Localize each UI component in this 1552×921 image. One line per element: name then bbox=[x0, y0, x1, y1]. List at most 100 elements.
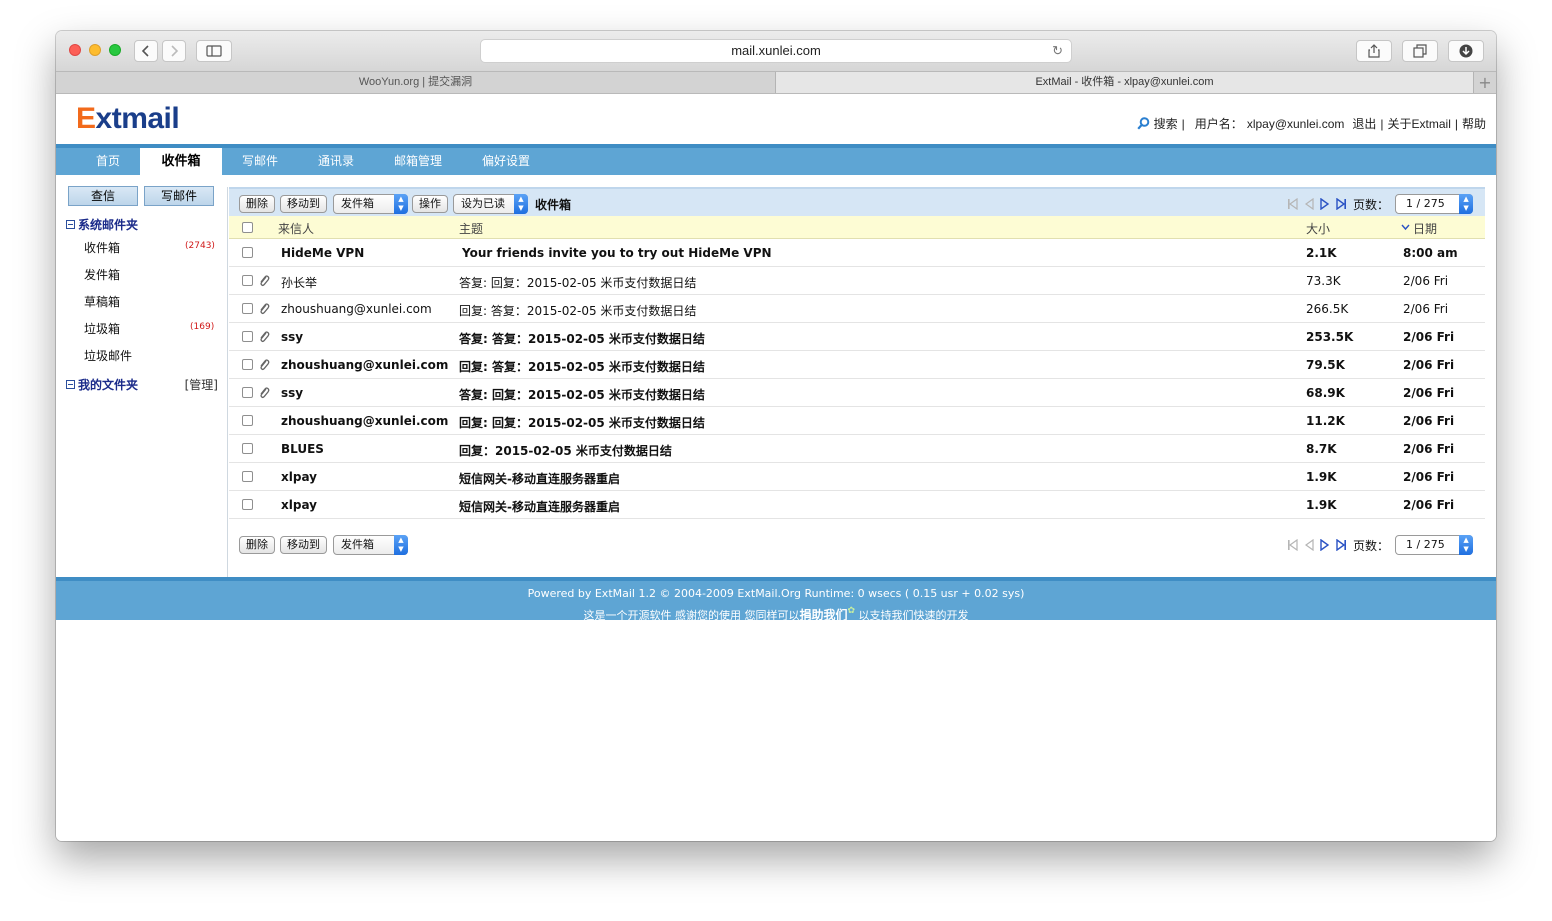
nav-contacts[interactable]: 通讯录 bbox=[304, 148, 368, 175]
new-tab-button[interactable]: + bbox=[1474, 72, 1496, 93]
nav-inbox[interactable]: 收件箱 bbox=[140, 148, 222, 176]
column-date[interactable]: 日期 bbox=[1413, 220, 1437, 237]
browser-tab-extmail[interactable]: ExtMail - 收件箱 - xlpay@xunlei.com bbox=[776, 72, 1473, 93]
message-row[interactable]: zhoushuang@xunlei.com 回复: 回复：2015-02-05 米… bbox=[229, 407, 1485, 435]
first-page-icon[interactable] bbox=[1287, 539, 1298, 551]
next-page-icon[interactable] bbox=[1320, 539, 1330, 551]
message-checkbox[interactable] bbox=[242, 499, 253, 510]
nav-compose[interactable]: 写邮件 bbox=[228, 148, 292, 175]
message-checkbox[interactable] bbox=[242, 247, 253, 258]
downloads-button[interactable] bbox=[1448, 40, 1484, 62]
message-sender[interactable]: xlpay bbox=[281, 470, 317, 484]
collapse-icon[interactable] bbox=[66, 380, 75, 389]
nav-preferences[interactable]: 偏好设置 bbox=[468, 148, 544, 175]
message-sender[interactable]: zhoushuang@xunlei.com bbox=[281, 302, 432, 316]
message-sender[interactable]: zhoushuang@xunlei.com bbox=[281, 414, 448, 428]
system-folders-header[interactable]: 系统邮件夹 bbox=[66, 216, 138, 233]
folder-spam[interactable]: 垃圾邮件 bbox=[84, 347, 132, 364]
message-row[interactable]: HideMe VPN Your friends invite you to try… bbox=[229, 239, 1485, 267]
message-checkbox[interactable] bbox=[242, 275, 253, 286]
message-subject[interactable]: 回复: 回复：2015-02-05 米币支付数据日结 bbox=[459, 414, 705, 431]
back-button[interactable] bbox=[134, 40, 158, 62]
browser-tab-wooyun[interactable]: WooYun.org | 提交漏洞 bbox=[56, 72, 775, 93]
move-to-button[interactable]: 移动到 bbox=[280, 195, 327, 213]
message-subject[interactable]: 短信网关-移动直连服务器重启 bbox=[459, 470, 620, 487]
minimize-window-button[interactable] bbox=[89, 44, 101, 56]
folder-sent[interactable]: 发件箱 bbox=[84, 266, 120, 283]
collapse-icon[interactable] bbox=[66, 220, 75, 229]
column-from[interactable]: 来信人 bbox=[278, 220, 314, 237]
search-link[interactable]: 搜索 bbox=[1154, 115, 1178, 132]
move-target-select-bottom[interactable]: 发件箱 ▲ ▼ bbox=[333, 535, 408, 555]
move-target-select[interactable]: 发件箱 ▲ ▼ bbox=[333, 194, 408, 214]
message-sender[interactable]: ssy bbox=[281, 386, 303, 400]
reload-icon[interactable]: ↻ bbox=[1052, 40, 1063, 62]
message-subject[interactable]: 答复: 回复：2015-02-05 米币支付数据日结 bbox=[459, 274, 696, 291]
message-row[interactable]: zhoushuang@xunlei.com 回复: 答复：2015-02-05 米… bbox=[229, 351, 1485, 379]
prev-page-icon[interactable] bbox=[1304, 539, 1314, 551]
message-sender[interactable]: xlpay bbox=[281, 498, 317, 512]
first-page-icon[interactable] bbox=[1287, 198, 1298, 210]
message-row[interactable]: 孙长举 答复: 回复：2015-02-05 米币支付数据日结 73.3K 2/06 F… bbox=[229, 267, 1485, 295]
select-all-checkbox[interactable] bbox=[242, 222, 253, 233]
logout-link[interactable]: 退出 bbox=[1352, 115, 1376, 132]
donate-link[interactable]: 捐助我们 bbox=[799, 608, 847, 622]
manage-folders-link[interactable]: [管理] bbox=[185, 376, 218, 393]
message-sender[interactable]: ssy bbox=[281, 330, 303, 344]
search-icon[interactable] bbox=[1137, 117, 1150, 130]
next-page-icon[interactable] bbox=[1320, 198, 1330, 210]
message-row[interactable]: zhoushuang@xunlei.com 回复: 答复：2015-02-05 米… bbox=[229, 295, 1485, 323]
message-subject[interactable]: 回复：2015-02-05 米币支付数据日结 bbox=[459, 442, 672, 459]
message-checkbox[interactable] bbox=[242, 359, 253, 370]
help-link[interactable]: 帮助 bbox=[1462, 115, 1486, 132]
message-subject[interactable]: 回复: 答复：2015-02-05 米币支付数据日结 bbox=[459, 358, 705, 375]
close-window-button[interactable] bbox=[69, 44, 81, 56]
address-bar[interactable]: mail.xunlei.com ↻ bbox=[480, 39, 1072, 63]
message-checkbox[interactable] bbox=[242, 303, 253, 314]
message-subject[interactable]: 答复: 答复：2015-02-05 米币支付数据日结 bbox=[459, 330, 705, 347]
delete-button[interactable]: 删除 bbox=[239, 195, 275, 213]
message-checkbox[interactable] bbox=[242, 471, 253, 482]
message-row[interactable]: BLUES 回复：2015-02-05 米币支付数据日结 8.7K 2/06 Fri bbox=[229, 435, 1485, 463]
page-select[interactable]: 1 / 275 ▲ ▼ bbox=[1395, 535, 1474, 555]
share-button[interactable] bbox=[1356, 40, 1392, 62]
message-subject[interactable]: 答复: 回复：2015-02-05 米币支付数据日结 bbox=[459, 386, 705, 403]
folder-drafts[interactable]: 草稿箱 bbox=[84, 293, 120, 310]
page-select[interactable]: 1 / 275 ▲ ▼ bbox=[1395, 194, 1474, 214]
mark-as-select[interactable]: 设为已读 ▲ ▼ bbox=[453, 194, 528, 214]
message-subject[interactable]: 回复: 答复：2015-02-05 米币支付数据日结 bbox=[459, 302, 696, 319]
message-checkbox[interactable] bbox=[242, 443, 253, 454]
tabs-overview-button[interactable] bbox=[1402, 40, 1438, 62]
folder-inbox[interactable]: 收件箱 bbox=[84, 239, 120, 256]
sidebar-toggle-button[interactable] bbox=[196, 40, 232, 62]
folder-trash[interactable]: 垃圾箱 bbox=[84, 320, 120, 337]
nav-mailbox-manage[interactable]: 邮箱管理 bbox=[380, 148, 456, 175]
maximize-window-button[interactable] bbox=[109, 44, 121, 56]
message-subject[interactable]: 短信网关-移动直连服务器重启 bbox=[459, 498, 620, 515]
column-subject[interactable]: 主题 bbox=[459, 220, 483, 237]
message-row[interactable]: xlpay 短信网关-移动直连服务器重启 1.9K 2/06 Fri bbox=[229, 463, 1485, 491]
move-to-button-bottom[interactable]: 移动到 bbox=[280, 536, 327, 554]
message-sender[interactable]: HideMe VPN bbox=[281, 246, 364, 260]
message-row[interactable]: ssy 答复: 答复：2015-02-05 米币支付数据日结 253.5K 2/06 … bbox=[229, 323, 1485, 351]
prev-page-icon[interactable] bbox=[1304, 198, 1314, 210]
message-subject[interactable]: Your friends invite you to try out HideM… bbox=[462, 246, 772, 260]
compose-button[interactable]: 写邮件 bbox=[144, 186, 214, 206]
action-button[interactable]: 操作 bbox=[412, 195, 448, 213]
message-checkbox[interactable] bbox=[242, 331, 253, 342]
message-sender[interactable]: zhoushuang@xunlei.com bbox=[281, 358, 448, 372]
message-sender[interactable]: BLUES bbox=[281, 442, 324, 456]
nav-home[interactable]: 首页 bbox=[78, 148, 138, 175]
last-page-icon[interactable] bbox=[1336, 198, 1347, 210]
message-checkbox[interactable] bbox=[242, 387, 253, 398]
forward-button[interactable] bbox=[162, 40, 186, 62]
message-row[interactable]: xlpay 短信网关-移动直连服务器重启 1.9K 2/06 Fri bbox=[229, 491, 1485, 519]
message-row[interactable]: ssy 答复: 回复：2015-02-05 米币支付数据日结 68.9K 2/06 F… bbox=[229, 379, 1485, 407]
message-sender[interactable]: 孙长举 bbox=[281, 274, 317, 291]
about-link[interactable]: 关于Extmail bbox=[1388, 115, 1451, 132]
last-page-icon[interactable] bbox=[1336, 539, 1347, 551]
my-folders-header[interactable]: 我的文件夹 bbox=[66, 376, 138, 393]
delete-button-bottom[interactable]: 删除 bbox=[239, 536, 275, 554]
column-size[interactable]: 大小 bbox=[1306, 220, 1330, 237]
check-mail-button[interactable]: 查信 bbox=[68, 186, 138, 206]
